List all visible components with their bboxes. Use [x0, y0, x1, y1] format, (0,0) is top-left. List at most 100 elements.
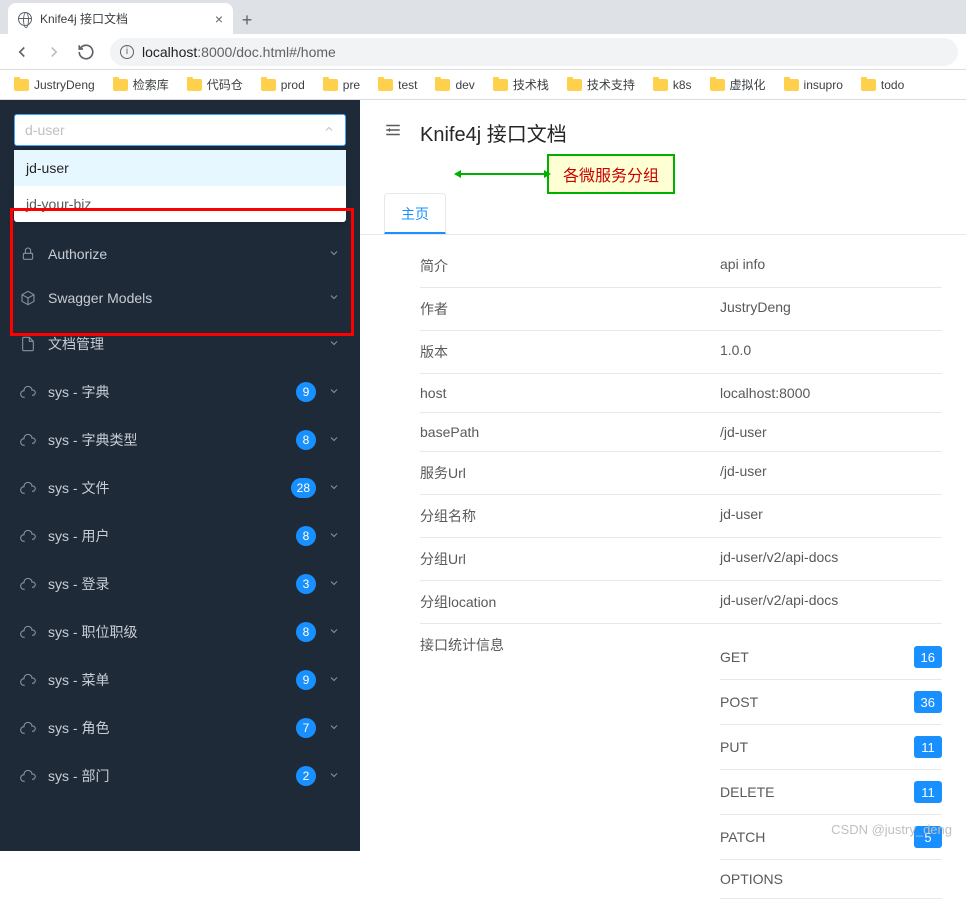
info-icon[interactable]: i — [120, 45, 134, 59]
info-value: localhost:8000 — [720, 385, 942, 401]
info-row: basePath/jd-user — [420, 413, 942, 452]
back-button[interactable] — [8, 38, 36, 66]
count-badge: 3 — [296, 574, 316, 594]
bookmark-label: JustryDeng — [34, 78, 95, 92]
sidebar-item[interactable]: Swagger Models — [0, 276, 360, 320]
bookmark-item[interactable]: test — [372, 75, 423, 95]
folder-icon — [113, 79, 128, 91]
close-icon[interactable]: × — [215, 11, 223, 27]
folder-icon — [323, 79, 338, 91]
sidebar-item-label: sys - 字典类型 — [48, 430, 284, 450]
sidebar-item[interactable]: sys - 角色7 — [0, 704, 360, 752]
sidebar-item[interactable]: sys - 文件28 — [0, 464, 360, 512]
info-row: hostlocalhost:8000 — [420, 374, 942, 413]
folder-icon — [493, 79, 508, 91]
arrow-icon — [460, 173, 545, 175]
dropdown-option[interactable]: jd-user — [14, 150, 346, 186]
sidebar-item[interactable]: sys - 菜单9 — [0, 656, 360, 704]
bookmarks-bar: JustryDeng 检索库代码仓 prodpretestdev 技术栈 技术支持 k8s… — [0, 70, 966, 100]
chevron-down-icon — [328, 768, 340, 784]
bookmark-label: k8s — [673, 78, 692, 92]
info-value: jd-user — [720, 506, 942, 522]
bookmark-item[interactable]: k8s — [647, 75, 698, 95]
cloud-icon — [20, 432, 36, 448]
cloud-icon — [20, 768, 36, 784]
sidebar-item[interactable]: Authorize — [0, 232, 360, 276]
chevron-down-icon — [328, 480, 340, 496]
tab-bar: Knife4j 接口文档 × + — [0, 0, 966, 34]
stats-list: GET16POST36PUT11DELETE11PATCH5OPTIONS — [720, 635, 942, 899]
chevron-up-icon — [323, 122, 335, 138]
sidebar: d-user jd-userjd-your-biz Authorize Swagg… — [0, 100, 360, 851]
sidebar-item-label: Authorize — [48, 246, 316, 262]
info-label: 接口统计信息 — [420, 635, 720, 655]
info-label: 分组location — [420, 592, 720, 612]
tab-home[interactable]: 主页 — [384, 193, 446, 234]
sidebar-item[interactable]: sys - 职位职级8 — [0, 608, 360, 656]
stat-row: POST36 — [720, 680, 942, 725]
info-value: /jd-user — [720, 463, 942, 479]
count-badge: 28 — [291, 478, 316, 498]
group-dropdown[interactable]: jd-userjd-your-biz — [14, 150, 346, 222]
bookmark-item[interactable]: todo — [855, 75, 910, 95]
bookmark-label: todo — [881, 78, 904, 92]
sidebar-item-label: sys - 字典 — [48, 382, 284, 402]
folder-icon — [14, 79, 29, 91]
forward-button[interactable] — [40, 38, 68, 66]
tabs-row: 主页 — [360, 193, 966, 235]
box-icon — [20, 290, 36, 306]
bookmark-item[interactable]: prod — [255, 75, 311, 95]
chevron-down-icon — [328, 576, 340, 592]
stat-method: POST — [720, 694, 758, 710]
stat-method: PUT — [720, 739, 748, 755]
browser-tab[interactable]: Knife4j 接口文档 × — [8, 3, 233, 34]
sidebar-item-label: Swagger Models — [48, 290, 316, 306]
chevron-down-icon — [328, 290, 340, 306]
bookmark-label: 技术支持 — [587, 76, 635, 93]
sidebar-item[interactable]: sys - 部门2 — [0, 752, 360, 800]
cloud-icon — [20, 720, 36, 736]
cloud-icon — [20, 624, 36, 640]
dropdown-option[interactable]: jd-your-biz — [14, 186, 346, 222]
info-label: basePath — [420, 424, 720, 440]
sidebar-item[interactable]: 文档管理 — [0, 320, 360, 368]
sidebar-item-label: sys - 登录 — [48, 574, 284, 594]
stat-badge: 16 — [914, 646, 942, 668]
stat-row: PUT11 — [720, 725, 942, 770]
folder-icon — [567, 79, 582, 91]
chevron-down-icon — [328, 336, 340, 352]
group-select[interactable]: d-user — [14, 114, 346, 146]
sidebar-item[interactable]: sys - 字典9 — [0, 368, 360, 416]
url-bar[interactable]: i localhost:8000/doc.html#/home — [110, 38, 958, 66]
new-tab-button[interactable]: + — [233, 6, 261, 34]
bookmark-item[interactable]: pre — [317, 75, 366, 95]
sidebar-item[interactable]: sys - 登录 3 — [0, 560, 360, 608]
bookmark-item[interactable]: 技术栈 — [487, 73, 555, 96]
reload-button[interactable] — [72, 38, 100, 66]
folder-icon — [710, 79, 725, 91]
info-row: 分组locationjd-user/v2/api-docs — [420, 581, 942, 624]
bookmark-item[interactable]: 代码仓 — [181, 73, 249, 96]
sidebar-item[interactable]: sys - 字典类型8 — [0, 416, 360, 464]
bookmark-item[interactable]: 检索库 — [107, 73, 175, 96]
folder-icon — [653, 79, 668, 91]
bookmark-item[interactable]: JustryDeng — [8, 75, 101, 95]
bookmark-item[interactable]: dev — [429, 75, 480, 95]
sidebar-item[interactable]: sys - 用户8 — [0, 512, 360, 560]
chevron-down-icon — [328, 672, 340, 688]
main-header: Knife4j 接口文档 — [360, 100, 966, 157]
info-label: 分组名称 — [420, 506, 720, 526]
folder-icon — [861, 79, 876, 91]
collapse-sidebar-button[interactable] — [384, 121, 402, 144]
bookmark-item[interactable]: 技术支持 — [561, 73, 641, 96]
app-container: d-user jd-userjd-your-biz AuthorizeSwagg… — [0, 100, 966, 851]
bookmark-item[interactable]: insupro — [778, 75, 849, 95]
stat-row: OPTIONS — [720, 860, 942, 899]
cloud-icon — [20, 672, 36, 688]
chevron-down-icon — [328, 624, 340, 640]
info-label: 分组Url — [420, 549, 720, 569]
bookmark-item[interactable]: 虚拟化 — [704, 73, 772, 96]
annotation: 各微服务分组 — [460, 154, 675, 194]
stat-method: GET — [720, 649, 749, 665]
sidebar-item-label: sys - 菜单 — [48, 670, 284, 690]
